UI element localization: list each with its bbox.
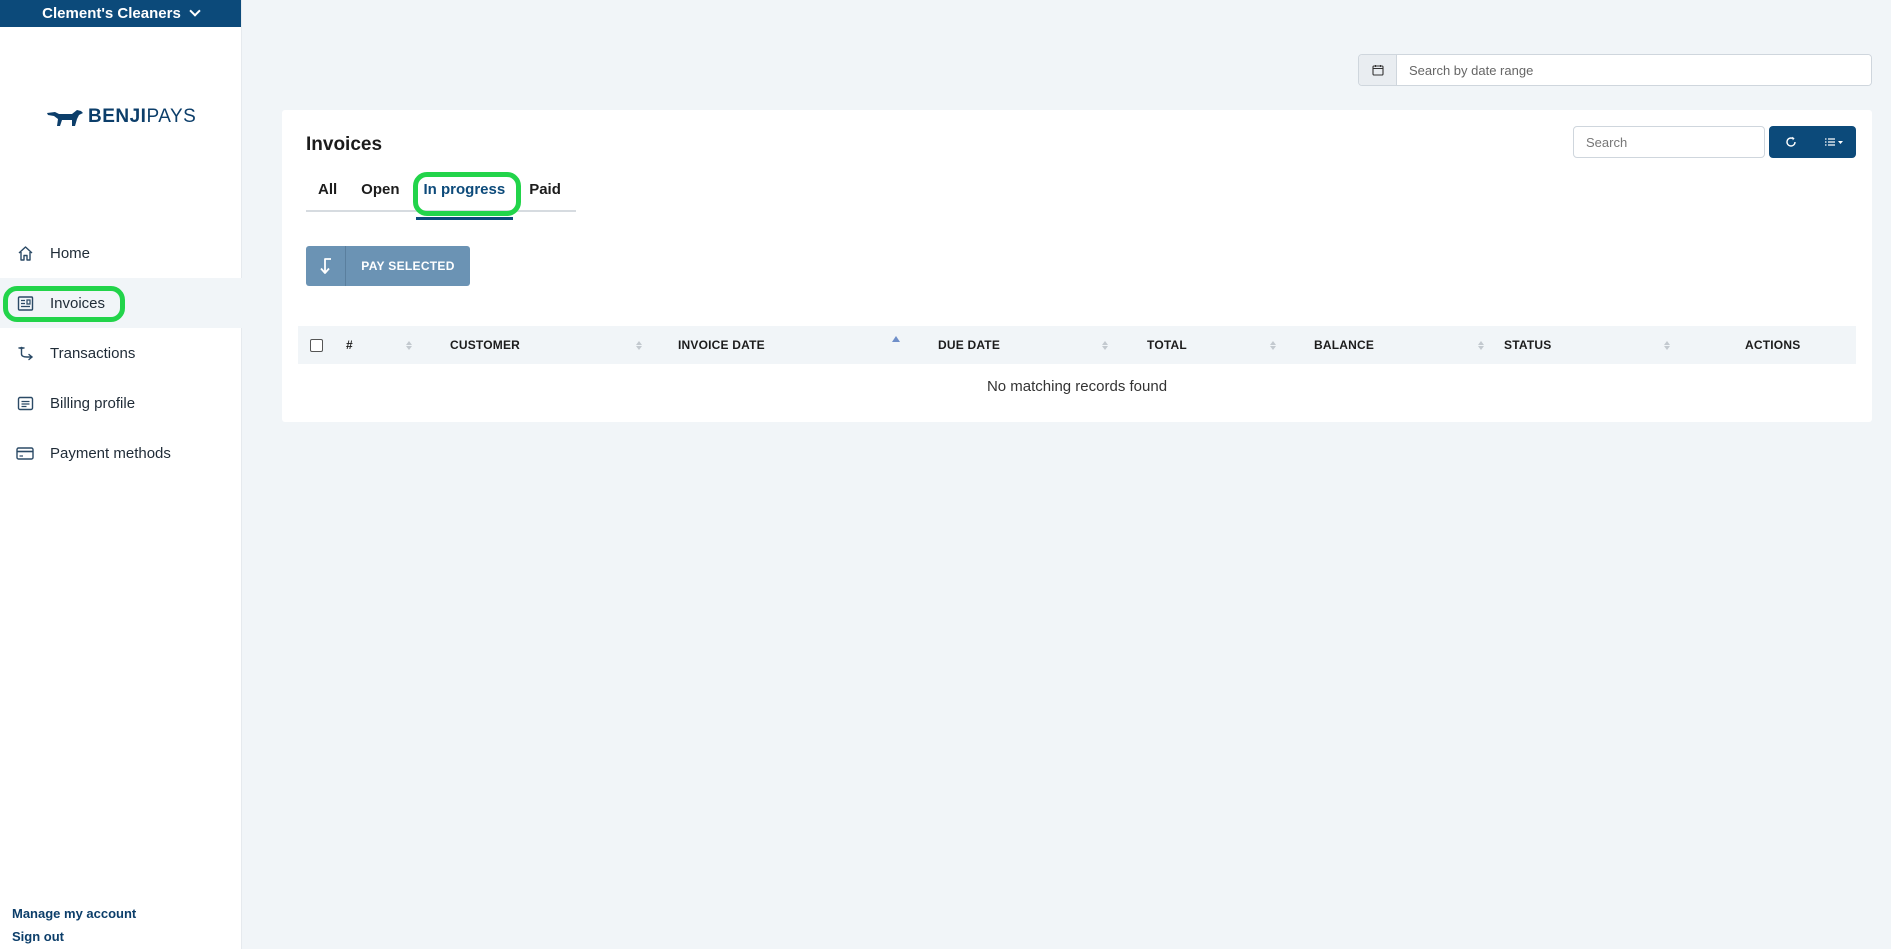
refresh-button[interactable] [1769, 126, 1813, 158]
table-toolbar [1769, 126, 1856, 158]
sign-out-link[interactable]: Sign out [12, 925, 136, 948]
tab-paid[interactable]: Paid [517, 178, 573, 210]
company-switcher[interactable]: Clement's Cleaners [0, 0, 241, 27]
search-input[interactable] [1573, 126, 1765, 158]
sidebar-item-transactions[interactable]: Transactions [0, 328, 242, 378]
billing-profile-icon [16, 394, 34, 412]
account-links: Manage my account Sign out [12, 902, 136, 948]
sidebar-nav: Home Invoices Transactions Billing profi… [0, 228, 242, 478]
list-icon [1825, 138, 1844, 146]
pay-selected-button[interactable]: PAY SELECTED [306, 246, 470, 286]
column-header-actions: ACTIONS [1745, 338, 1801, 352]
sidebar-item-invoices[interactable]: Invoices [0, 278, 242, 328]
empty-table-message: No matching records found [986, 377, 1168, 395]
date-range-input[interactable] [1397, 55, 1871, 85]
tab-all[interactable]: All [306, 178, 349, 210]
column-header-number[interactable]: # [346, 326, 353, 364]
select-all-checkbox[interactable] [310, 339, 323, 352]
sidebar-item-label: Payment methods [50, 444, 171, 462]
dog-logo-icon [47, 110, 83, 126]
sidebar-item-billing-profile[interactable]: Billing profile [0, 378, 242, 428]
table-header: # CUSTOMER INVOICE DATE DUE DATE TOTAL B… [298, 326, 1856, 364]
columns-toggle-button[interactable] [1813, 126, 1857, 158]
sort-number-icon[interactable] [406, 326, 412, 364]
page-title: Invoices [306, 134, 383, 155]
sidebar-item-payment-methods[interactable]: Payment methods [0, 428, 242, 478]
sort-balance-icon[interactable] [1478, 326, 1484, 364]
sort-due-date-icon[interactable] [1102, 326, 1108, 364]
date-range-filter [1358, 54, 1872, 86]
transactions-icon [16, 344, 34, 362]
credit-card-icon [16, 444, 34, 462]
logo-text-light: PAYS [146, 106, 197, 127]
column-header-status[interactable]: STATUS [1504, 326, 1551, 364]
sidebar-item-label: Invoices [50, 294, 106, 312]
chevron-down-icon [189, 5, 201, 17]
manage-account-link[interactable]: Manage my account [12, 902, 136, 925]
company-name: Clement's Cleaners [42, 5, 181, 22]
invoice-status-tabs: All Open In progress Paid [306, 178, 576, 220]
home-icon [16, 244, 34, 262]
sort-customer-icon[interactable] [636, 326, 642, 364]
refresh-icon [1786, 136, 1796, 147]
column-header-invoice-date[interactable]: INVOICE DATE [678, 326, 765, 364]
pay-arrow-icon [306, 246, 346, 286]
sidebar-item-label: Transactions [50, 344, 136, 362]
sort-ascending-icon[interactable] [892, 326, 900, 364]
logo-text-bold: BENJI [88, 106, 147, 127]
column-header-customer[interactable]: CUSTOMER [450, 326, 520, 364]
invoices-table: # CUSTOMER INVOICE DATE DUE DATE TOTAL B… [298, 326, 1856, 408]
sort-total-icon[interactable] [1270, 326, 1276, 364]
column-header-due-date[interactable]: DUE DATE [938, 326, 1000, 364]
logo: BENJIPAYS [46, 106, 196, 128]
sidebar-item-label: Home [50, 244, 91, 262]
calendar-icon[interactable] [1359, 55, 1397, 85]
column-header-balance[interactable]: BALANCE [1314, 326, 1374, 364]
sidebar: Clement's Cleaners BENJIPAYS Home Invoic… [0, 0, 242, 949]
sidebar-item-label: Billing profile [50, 394, 136, 412]
sidebar-item-home[interactable]: Home [0, 228, 242, 278]
sort-status-icon[interactable] [1664, 326, 1670, 364]
tab-open[interactable]: Open [349, 178, 411, 210]
tab-in-progress[interactable]: In progress [412, 178, 518, 220]
pay-selected-label: PAY SELECTED [361, 259, 455, 273]
invoice-icon [16, 294, 34, 312]
invoices-panel: Invoices All Open In progress Paid PAY S… [282, 110, 1872, 422]
column-header-total[interactable]: TOTAL [1147, 326, 1187, 364]
